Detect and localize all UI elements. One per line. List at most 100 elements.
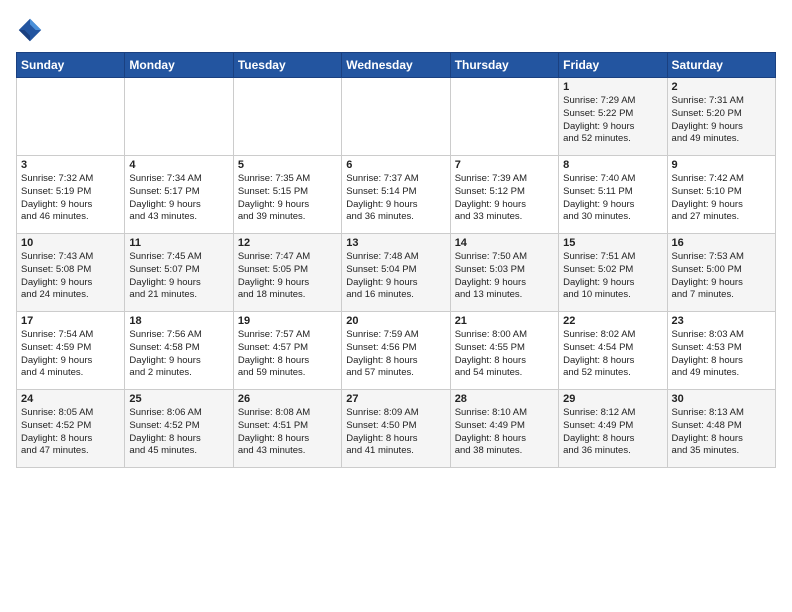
- day-number: 21: [455, 315, 554, 327]
- day-header-thursday: Thursday: [450, 53, 558, 78]
- day-number: 23: [672, 315, 771, 327]
- day-cell: 9 Sunrise: 7:42 AM Sunset: 5:10 PM Daylig…: [667, 156, 775, 234]
- day-number: 27: [346, 393, 445, 405]
- day-cell: 20 Sunrise: 7:59 AM Sunset: 4:56 PM Dayli…: [342, 312, 450, 390]
- day-cell: 27 Sunrise: 8:09 AM Sunset: 4:50 PM Dayli…: [342, 390, 450, 468]
- calendar-body: 1 Sunrise: 7:29 AM Sunset: 5:22 PM Daylig…: [17, 78, 776, 468]
- day-info: Sunrise: 7:59 AM Sunset: 4:56 PM Dayligh…: [346, 329, 445, 380]
- day-cell: 8 Sunrise: 7:40 AM Sunset: 5:11 PM Daylig…: [559, 156, 667, 234]
- day-cell: 28 Sunrise: 8:10 AM Sunset: 4:49 PM Dayli…: [450, 390, 558, 468]
- day-number: 29: [563, 393, 662, 405]
- day-cell: [450, 78, 558, 156]
- day-info: Sunrise: 7:32 AM Sunset: 5:19 PM Dayligh…: [21, 173, 120, 224]
- day-info: Sunrise: 8:08 AM Sunset: 4:51 PM Dayligh…: [238, 407, 337, 458]
- day-number: 2: [672, 81, 771, 93]
- day-cell: 4 Sunrise: 7:34 AM Sunset: 5:17 PM Daylig…: [125, 156, 233, 234]
- day-number: 28: [455, 393, 554, 405]
- day-number: 6: [346, 159, 445, 171]
- day-header-sunday: Sunday: [17, 53, 125, 78]
- day-info: Sunrise: 7:51 AM Sunset: 5:02 PM Dayligh…: [563, 251, 662, 302]
- day-number: 9: [672, 159, 771, 171]
- day-number: 26: [238, 393, 337, 405]
- day-info: Sunrise: 8:00 AM Sunset: 4:55 PM Dayligh…: [455, 329, 554, 380]
- day-cell: 26 Sunrise: 8:08 AM Sunset: 4:51 PM Dayli…: [233, 390, 341, 468]
- day-cell: [342, 78, 450, 156]
- day-header-friday: Friday: [559, 53, 667, 78]
- day-info: Sunrise: 7:50 AM Sunset: 5:03 PM Dayligh…: [455, 251, 554, 302]
- day-cell: 2 Sunrise: 7:31 AM Sunset: 5:20 PM Daylig…: [667, 78, 775, 156]
- day-number: 10: [21, 237, 120, 249]
- day-number: 16: [672, 237, 771, 249]
- day-info: Sunrise: 7:54 AM Sunset: 4:59 PM Dayligh…: [21, 329, 120, 380]
- day-info: Sunrise: 8:06 AM Sunset: 4:52 PM Dayligh…: [129, 407, 228, 458]
- day-cell: [233, 78, 341, 156]
- day-cell: 11Sunrise: 7:45 AM Sunset: 5:07 PM Dayli…: [125, 234, 233, 312]
- day-cell: [17, 78, 125, 156]
- day-info: Sunrise: 7:29 AM Sunset: 5:22 PM Dayligh…: [563, 95, 662, 146]
- day-number: 19: [238, 315, 337, 327]
- day-number: 1: [563, 81, 662, 93]
- day-info: Sunrise: 8:12 AM Sunset: 4:49 PM Dayligh…: [563, 407, 662, 458]
- day-cell: 6 Sunrise: 7:37 AM Sunset: 5:14 PM Daylig…: [342, 156, 450, 234]
- day-info: Sunrise: 7:57 AM Sunset: 4:57 PM Dayligh…: [238, 329, 337, 380]
- day-info: Sunrise: 7:43 AM Sunset: 5:08 PM Dayligh…: [21, 251, 120, 302]
- day-cell: 18 Sunrise: 7:56 AM Sunset: 4:58 PM Dayli…: [125, 312, 233, 390]
- day-info: Sunrise: 7:37 AM Sunset: 5:14 PM Dayligh…: [346, 173, 445, 224]
- day-number: 14: [455, 237, 554, 249]
- day-number: 7: [455, 159, 554, 171]
- logo-icon: [16, 16, 44, 44]
- day-cell: 5 Sunrise: 7:35 AM Sunset: 5:15 PM Daylig…: [233, 156, 341, 234]
- day-cell: 1 Sunrise: 7:29 AM Sunset: 5:22 PM Daylig…: [559, 78, 667, 156]
- page-container: SundayMondayTuesdayWednesdayThursdayFrid…: [0, 0, 792, 476]
- day-info: Sunrise: 7:39 AM Sunset: 5:12 PM Dayligh…: [455, 173, 554, 224]
- day-cell: 16Sunrise: 7:53 AM Sunset: 5:00 PM Dayli…: [667, 234, 775, 312]
- day-cell: 3 Sunrise: 7:32 AM Sunset: 5:19 PM Daylig…: [17, 156, 125, 234]
- day-cell: 12Sunrise: 7:47 AM Sunset: 5:05 PM Dayli…: [233, 234, 341, 312]
- day-number: 12: [238, 237, 337, 249]
- calendar-header: SundayMondayTuesdayWednesdayThursdayFrid…: [17, 53, 776, 78]
- day-number: 18: [129, 315, 228, 327]
- day-cell: 22 Sunrise: 8:02 AM Sunset: 4:54 PM Dayli…: [559, 312, 667, 390]
- day-info: Sunrise: 7:42 AM Sunset: 5:10 PM Dayligh…: [672, 173, 771, 224]
- page-header: [16, 16, 776, 44]
- calendar-table: SundayMondayTuesdayWednesdayThursdayFrid…: [16, 52, 776, 468]
- day-info: Sunrise: 8:03 AM Sunset: 4:53 PM Dayligh…: [672, 329, 771, 380]
- day-number: 13: [346, 237, 445, 249]
- day-cell: 30 Sunrise: 8:13 AM Sunset: 4:48 PM Dayli…: [667, 390, 775, 468]
- day-number: 24: [21, 393, 120, 405]
- day-number: 4: [129, 159, 228, 171]
- day-number: 25: [129, 393, 228, 405]
- week-row-1: 1 Sunrise: 7:29 AM Sunset: 5:22 PM Daylig…: [17, 78, 776, 156]
- day-cell: 17Sunrise: 7:54 AM Sunset: 4:59 PM Dayli…: [17, 312, 125, 390]
- day-cell: 23 Sunrise: 8:03 AM Sunset: 4:53 PM Dayli…: [667, 312, 775, 390]
- day-cell: 19 Sunrise: 7:57 AM Sunset: 4:57 PM Dayli…: [233, 312, 341, 390]
- day-cell: 25 Sunrise: 8:06 AM Sunset: 4:52 PM Dayli…: [125, 390, 233, 468]
- day-header-saturday: Saturday: [667, 53, 775, 78]
- day-cell: 21 Sunrise: 8:00 AM Sunset: 4:55 PM Dayli…: [450, 312, 558, 390]
- day-info: Sunrise: 7:48 AM Sunset: 5:04 PM Dayligh…: [346, 251, 445, 302]
- day-header-tuesday: Tuesday: [233, 53, 341, 78]
- day-info: Sunrise: 8:02 AM Sunset: 4:54 PM Dayligh…: [563, 329, 662, 380]
- day-info: Sunrise: 7:34 AM Sunset: 5:17 PM Dayligh…: [129, 173, 228, 224]
- day-info: Sunrise: 8:10 AM Sunset: 4:49 PM Dayligh…: [455, 407, 554, 458]
- day-cell: 13 Sunrise: 7:48 AM Sunset: 5:04 PM Dayli…: [342, 234, 450, 312]
- day-number: 5: [238, 159, 337, 171]
- day-header-wednesday: Wednesday: [342, 53, 450, 78]
- logo: [16, 16, 48, 44]
- day-info: Sunrise: 7:40 AM Sunset: 5:11 PM Dayligh…: [563, 173, 662, 224]
- day-number: 8: [563, 159, 662, 171]
- day-number: 30: [672, 393, 771, 405]
- day-number: 3: [21, 159, 120, 171]
- day-info: Sunrise: 8:05 AM Sunset: 4:52 PM Dayligh…: [21, 407, 120, 458]
- day-cell: 7 Sunrise: 7:39 AM Sunset: 5:12 PM Daylig…: [450, 156, 558, 234]
- day-number: 15: [563, 237, 662, 249]
- day-info: Sunrise: 8:13 AM Sunset: 4:48 PM Dayligh…: [672, 407, 771, 458]
- day-number: 20: [346, 315, 445, 327]
- day-info: Sunrise: 8:09 AM Sunset: 4:50 PM Dayligh…: [346, 407, 445, 458]
- day-number: 22: [563, 315, 662, 327]
- day-cell: 10 Sunrise: 7:43 AM Sunset: 5:08 PM Dayli…: [17, 234, 125, 312]
- day-info: Sunrise: 7:31 AM Sunset: 5:20 PM Dayligh…: [672, 95, 771, 146]
- day-cell: 24 Sunrise: 8:05 AM Sunset: 4:52 PM Dayli…: [17, 390, 125, 468]
- day-info: Sunrise: 7:56 AM Sunset: 4:58 PM Dayligh…: [129, 329, 228, 380]
- day-info: Sunrise: 7:35 AM Sunset: 5:15 PM Dayligh…: [238, 173, 337, 224]
